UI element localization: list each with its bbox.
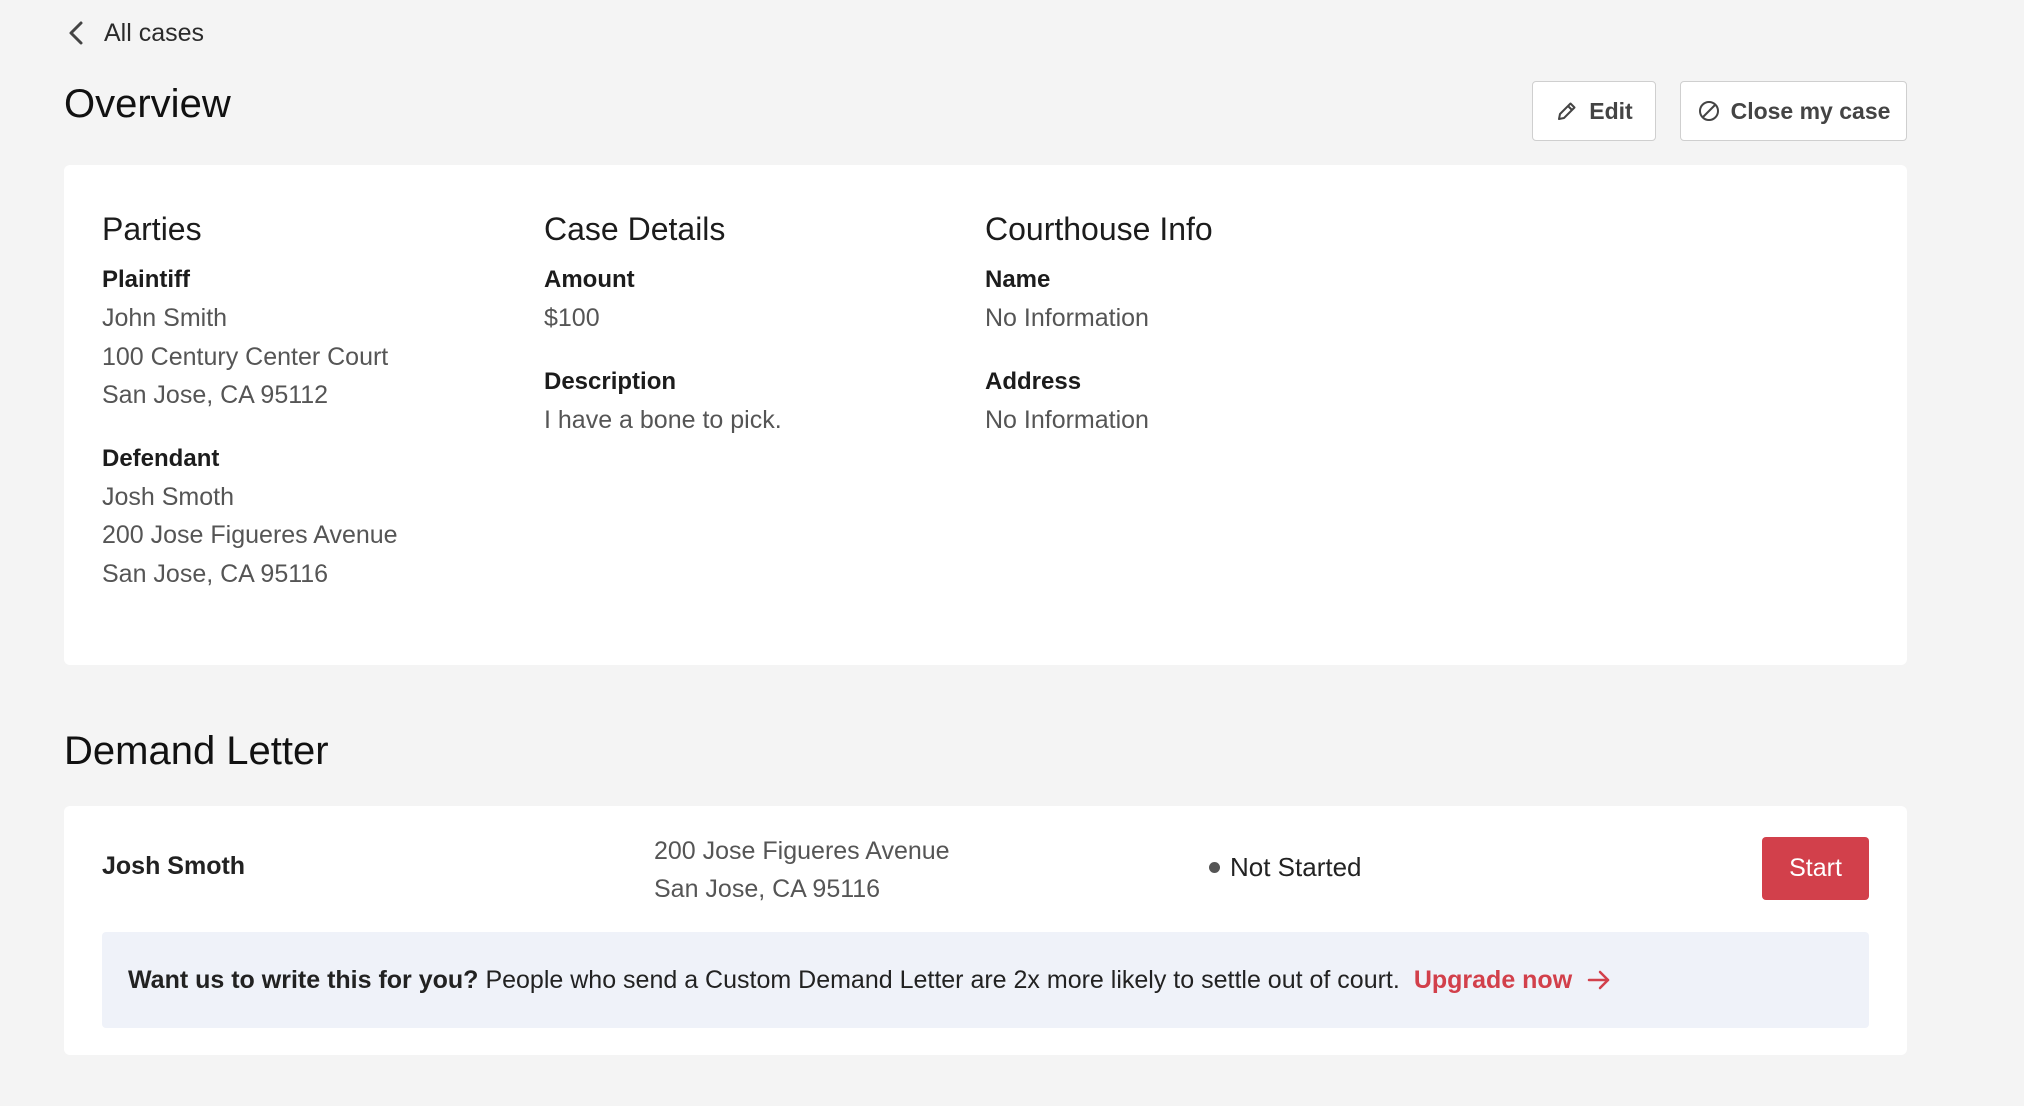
case-page: All cases Overview Edit Close my case Pa… [0,0,2024,1106]
demand-letter-address-line2: San Jose, CA 95116 [654,875,881,903]
defendant-address-line2: San Jose, CA 95116 [102,559,329,588]
plaintiff-name: John Smith [102,304,228,332]
status-label: Not Started [1230,852,1362,882]
defendant-label: Defendant [102,444,220,472]
courthouse-name-value: No Information [985,304,1149,332]
amount-label: Amount [544,266,635,293]
plaintiff-address-line1: 100 Century Center Court [102,342,389,371]
back-link-label: All cases [104,18,205,47]
courthouse-name-group: Name No Information [985,261,1213,338]
description-value: I have a bone to pick. [544,405,782,434]
back-to-all-cases-link[interactable]: All cases [64,18,204,48]
upsell-banner: Want us to write this for you? People wh… [102,932,1869,1028]
demand-letter-address: 200 Jose Figueres Avenue San Jose, CA 95… [654,832,950,908]
arrow-right-icon [1587,970,1610,990]
upgrade-now-label: Upgrade now [1413,965,1573,994]
courthouse-name-label: Name [985,266,1051,293]
overview-card: Parties Plaintiff John Smith 100 Century… [64,165,1907,665]
courthouse-heading: Courthouse Info [985,211,1213,247]
case-details-heading: Case Details [544,211,726,247]
edit-button[interactable]: Edit [1532,81,1656,141]
defendant-name: Josh Smoth [102,482,235,511]
parties-heading: Parties [102,211,202,247]
page-title: Overview [64,82,231,126]
plaintiff-group: Plaintiff John Smith 100 Century Center … [102,261,398,415]
demand-letter-recipient-name: Josh Smoth [102,852,246,880]
plaintiff-address-line2: San Jose, CA 95112 [102,381,329,409]
courthouse-info-column: Courthouse Info Name No Information Addr… [985,211,1213,464]
chevron-left-icon [69,21,83,45]
close-case-button[interactable]: Close my case [1680,81,1907,141]
amount-value: $100 [544,304,600,332]
defendant-group: Defendant Josh Smoth 200 Jose Figueres A… [102,440,398,594]
plaintiff-label: Plaintiff [102,266,190,293]
close-case-button-label: Close my case [1730,97,1891,124]
courthouse-address-group: Address No Information [985,363,1213,440]
upgrade-now-link[interactable]: Upgrade now [1414,966,1612,995]
courthouse-address-value: No Information [985,405,1149,434]
circle-slash-icon [1698,101,1719,121]
parties-column: Parties Plaintiff John Smith 100 Century… [102,211,398,618]
amount-group: Amount $100 [544,261,782,338]
case-details-column: Case Details Amount $100 Description I h… [544,211,782,464]
demand-letter-address-line1: 200 Jose Figueres Avenue [654,837,950,865]
demand-letter-card: Josh Smoth 200 Jose Figueres Avenue San … [64,806,1907,1055]
defendant-address-line1: 200 Jose Figueres Avenue [102,521,398,549]
description-label: Description [544,367,677,395]
upsell-text: People who send a Custom Demand Letter a… [485,965,1400,994]
status-badge: Not Started [1209,852,1362,883]
upsell-headline: Want us to write this for you? [128,965,479,994]
courthouse-address-label: Address [985,367,1082,395]
start-button[interactable]: Start [1762,837,1869,900]
edit-button-label: Edit [1589,97,1633,124]
demand-letter-title: Demand Letter [64,729,329,773]
status-dot-icon [1209,862,1220,873]
pencil-icon [1558,102,1576,120]
description-group: Description I have a bone to pick. [544,363,782,440]
